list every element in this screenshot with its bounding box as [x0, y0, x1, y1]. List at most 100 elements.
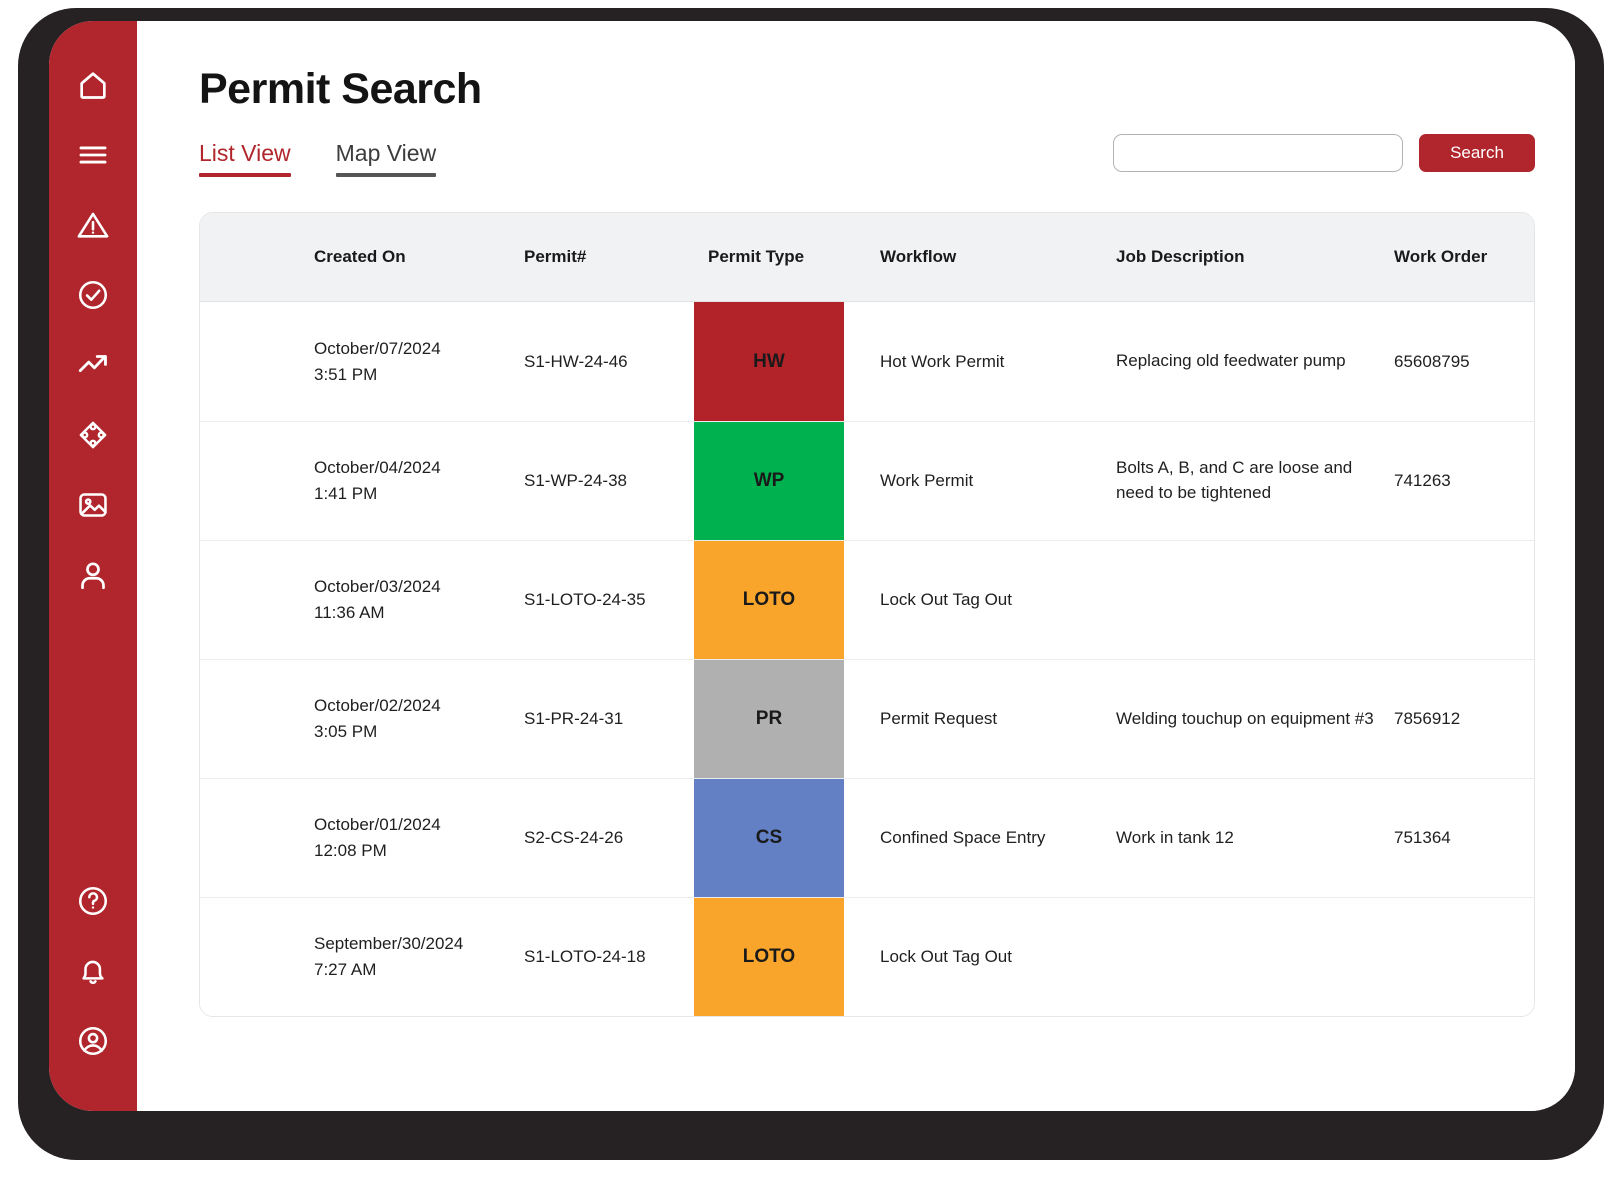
toolbar-row: List View Map View Search: [199, 140, 1535, 196]
sidebar-item-assets[interactable]: [67, 413, 119, 457]
sidebar-item-approvals[interactable]: [67, 273, 119, 317]
sidebar: [49, 21, 137, 1111]
created-on-date: October/02/2024: [314, 696, 514, 716]
cell-created-on: October/03/2024 11:36 AM: [200, 541, 514, 660]
cell-work-order: 65608795: [1384, 302, 1534, 422]
sidebar-item-media[interactable]: [67, 483, 119, 527]
cell-job-description: Work in tank 12: [1080, 779, 1384, 898]
bell-icon: [76, 954, 110, 988]
permit-results-table: Created On Permit# Permit Type Workflow …: [200, 213, 1534, 1016]
column-header-work-order[interactable]: Work Order: [1384, 213, 1534, 302]
sidebar-item-help[interactable]: [67, 879, 119, 923]
warning-icon: [76, 208, 110, 242]
view-tabs: List View Map View: [199, 140, 436, 177]
sidebar-item-account[interactable]: [67, 1019, 119, 1063]
device-frame: Permit Search List View Map View Search: [18, 8, 1604, 1160]
cell-permit-number[interactable]: S1-LOTO-24-35: [514, 541, 694, 660]
help-circle-icon: [76, 884, 110, 918]
cell-permit-number[interactable]: S1-HW-24-46: [514, 302, 694, 422]
table-row[interactable]: October/02/20243:05 PMS1-PR-24-31PRPermi…: [200, 660, 1534, 779]
network-nodes-icon: [76, 418, 110, 452]
cell-job-description: [1080, 898, 1384, 1017]
created-on-time: 3:51 PM: [314, 365, 514, 385]
cell-job-description: [1080, 541, 1384, 660]
sidebar-item-people[interactable]: [67, 553, 119, 597]
cell-work-order: 741263: [1384, 422, 1534, 541]
sidebar-item-notifications[interactable]: [67, 949, 119, 993]
cell-work-order: 751364: [1384, 779, 1534, 898]
cell-permit-type: LOTO: [694, 541, 844, 660]
tab-map-view[interactable]: Map View: [336, 140, 437, 177]
created-on-time: 7:27 AM: [314, 960, 514, 980]
created-on-date: September/30/2024: [314, 934, 514, 954]
cell-workflow: Lock Out Tag Out: [844, 898, 1080, 1017]
column-header-permit-number[interactable]: Permit#: [514, 213, 694, 302]
cell-permit-number[interactable]: S2-CS-24-26: [514, 779, 694, 898]
table-body: October/07/20243:51 PMS1-HW-24-46HWHot W…: [200, 302, 1534, 1017]
check-circle-icon: [76, 278, 110, 312]
job-description-text: Bolts A, B, and C are loose and need to …: [1116, 458, 1352, 502]
sidebar-item-menu[interactable]: [67, 133, 119, 177]
menu-icon: [76, 138, 110, 172]
cell-permit-number[interactable]: S1-PR-24-31: [514, 660, 694, 779]
cell-permit-type: CS: [694, 779, 844, 898]
page-title: Permit Search: [199, 21, 1535, 114]
search-input[interactable]: [1113, 134, 1403, 172]
column-header-permit-type[interactable]: Permit Type: [694, 213, 844, 302]
cell-created-on: October/07/2024 3:51 PM: [200, 302, 514, 422]
cell-permit-type: PR: [694, 660, 844, 779]
sidebar-item-home[interactable]: [67, 63, 119, 107]
cell-job-description: Replacing old feedwater pump: [1080, 302, 1384, 422]
cell-workflow: Confined Space Entry: [844, 779, 1080, 898]
job-description-text: Welding touchup on equipment #3: [1116, 709, 1374, 728]
permit-type-badge: LOTO: [694, 541, 844, 659]
cell-permit-type: HW: [694, 302, 844, 422]
column-header-job-description[interactable]: Job Description: [1080, 213, 1384, 302]
cell-permit-number[interactable]: S1-LOTO-24-18: [514, 898, 694, 1017]
created-on-time: 11:36 AM: [314, 603, 514, 623]
home-icon: [76, 68, 110, 102]
cell-created-on: October/04/20241:41 PM: [200, 422, 514, 541]
tab-active-underline: [199, 173, 291, 177]
sidebar-bottom-group: [67, 879, 119, 1111]
table-row[interactable]: October/03/2024 11:36 AMS1-LOTO-24-35LOTO…: [200, 541, 1534, 660]
cell-job-description: Bolts A, B, and C are loose and need to …: [1080, 422, 1384, 541]
sidebar-top-group: [67, 21, 119, 597]
permit-type-badge: PR: [694, 660, 844, 778]
tab-list-view[interactable]: List View: [199, 140, 291, 177]
cell-permit-type: LOTO: [694, 898, 844, 1017]
trending-up-icon: [76, 348, 110, 382]
tab-map-view-label: Map View: [336, 140, 437, 166]
created-on-time: 1:41 PM: [314, 484, 514, 504]
cell-job-description: Welding touchup on equipment #3: [1080, 660, 1384, 779]
permit-type-badge: WP: [694, 422, 844, 540]
cell-created-on: September/30/2024 7:27 AM: [200, 898, 514, 1017]
table-row[interactable]: October/01/2024 12:08 PMS2-CS-24-26CSConf…: [200, 779, 1534, 898]
cell-created-on: October/01/2024 12:08 PM: [200, 779, 514, 898]
sidebar-item-trends[interactable]: [67, 343, 119, 387]
created-on-date: October/01/2024: [314, 815, 514, 835]
permit-type-badge: HW: [694, 302, 844, 421]
device-screen: Permit Search List View Map View Search: [49, 21, 1575, 1111]
created-on-time: 3:05 PM: [314, 722, 514, 742]
permit-results-card: Created On Permit# Permit Type Workflow …: [199, 212, 1535, 1017]
column-header-created-on[interactable]: Created On: [200, 213, 514, 302]
main-content: Permit Search List View Map View Search: [137, 21, 1575, 1111]
permit-type-badge: CS: [694, 779, 844, 897]
table-row[interactable]: October/04/20241:41 PMS1-WP-24-38WPWork …: [200, 422, 1534, 541]
created-on-date: October/07/2024: [314, 339, 514, 359]
table-header-row: Created On Permit# Permit Type Workflow …: [200, 213, 1534, 302]
search-button[interactable]: Search: [1419, 134, 1535, 172]
column-header-workflow[interactable]: Workflow: [844, 213, 1080, 302]
job-description-text: Work in tank 12: [1116, 828, 1234, 847]
cell-workflow: Work Permit: [844, 422, 1080, 541]
sidebar-item-alerts[interactable]: [67, 203, 119, 247]
tab-inactive-underline: [336, 173, 437, 177]
table-row[interactable]: September/30/2024 7:27 AMS1-LOTO-24-18LOT…: [200, 898, 1534, 1017]
search-area: Search: [1113, 134, 1535, 172]
cell-created-on: October/02/2024 3:05 PM: [200, 660, 514, 779]
table-row[interactable]: October/07/20243:51 PMS1-HW-24-46HWHot W…: [200, 302, 1534, 422]
cell-permit-number[interactable]: S1-WP-24-38: [514, 422, 694, 541]
created-on-date: October/03/2024: [314, 577, 514, 597]
created-on-time: 12:08 PM: [314, 841, 514, 861]
